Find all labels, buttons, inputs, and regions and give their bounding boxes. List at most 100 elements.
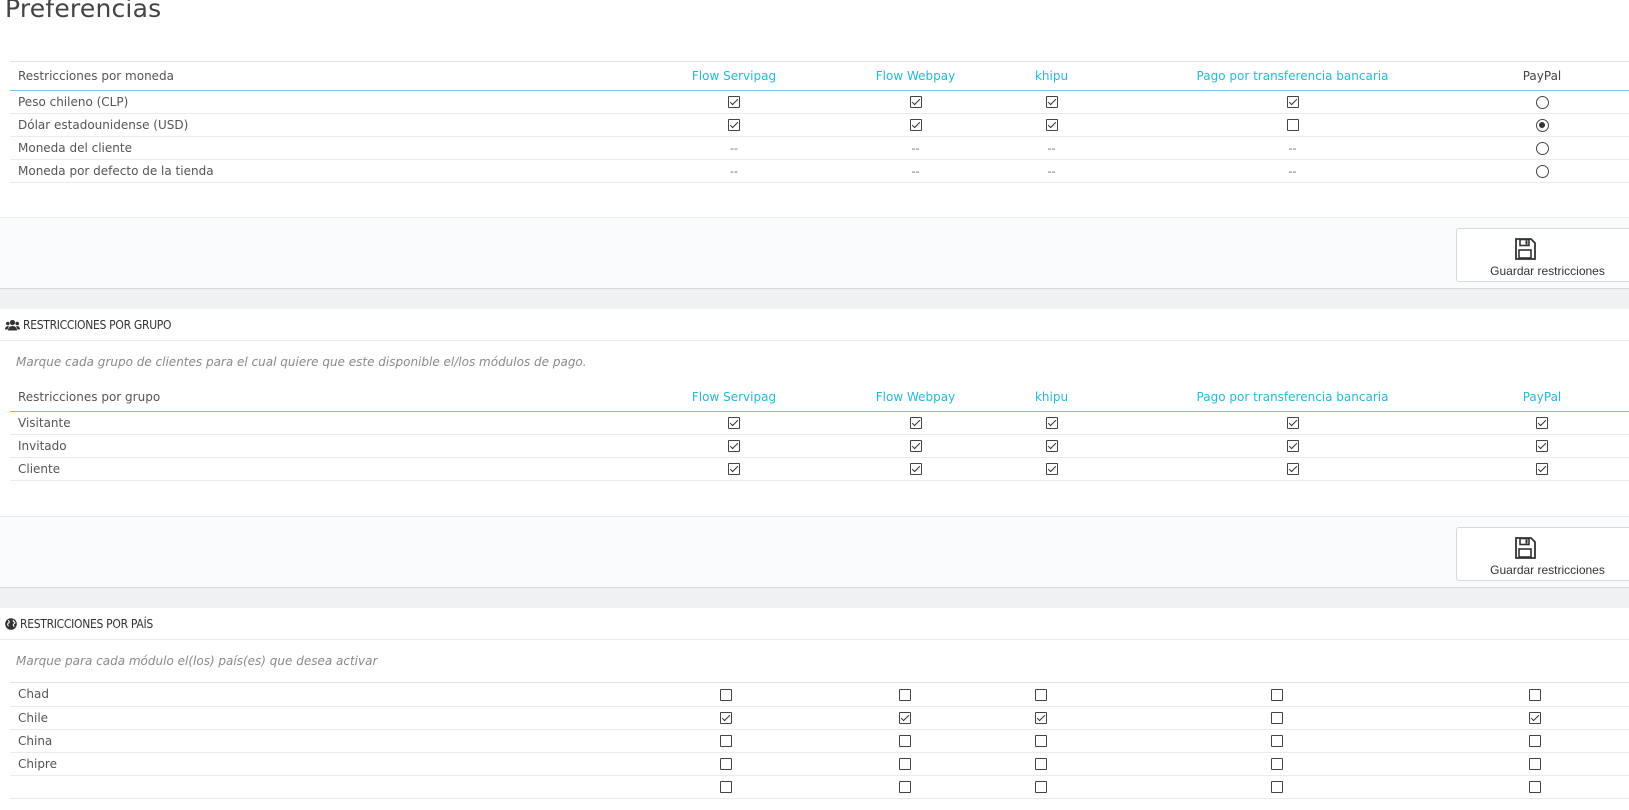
cell <box>973 90 1130 114</box>
floppy-disk-icon <box>1515 537 1536 559</box>
cell <box>1441 752 1629 776</box>
column-header-khipu[interactable]: khipu <box>973 383 1130 412</box>
country-checkbox-flow-webpay[interactable] <box>899 712 911 724</box>
cell: -- <box>858 136 973 160</box>
cell <box>973 434 1130 458</box>
country-checkbox-khipu[interactable] <box>1034 758 1047 770</box>
group-checkbox-pago-por-transferencia-bancaria[interactable] <box>1286 463 1299 475</box>
group-checkbox-flow-servipag[interactable] <box>728 417 740 429</box>
country-checkbox-paypal[interactable] <box>1529 735 1541 747</box>
country-checkbox-pago-por-transferencia-bancaria[interactable] <box>1271 712 1283 724</box>
country-checkbox-khipu[interactable] <box>1034 712 1047 724</box>
country-checkbox-khipu[interactable] <box>1034 735 1047 747</box>
currency-checkbox-flow-servipag[interactable] <box>728 96 740 108</box>
group-restrictions-table: Restricciones por grupo Flow Servipag Fl… <box>10 383 1629 481</box>
cell <box>1113 752 1441 776</box>
group-checkbox-paypal[interactable] <box>1536 440 1548 452</box>
group-section-title: Restricciones por grupo <box>23 318 172 332</box>
country-checkbox-flow-servipag[interactable] <box>720 781 732 793</box>
cell <box>1130 90 1455 114</box>
cell <box>1455 434 1629 458</box>
cell <box>858 411 973 435</box>
section-gap <box>0 588 1629 608</box>
country-checkbox-paypal[interactable] <box>1529 712 1541 724</box>
cell <box>1455 411 1629 435</box>
group-checkbox-khipu[interactable] <box>1045 440 1058 452</box>
row-label: Chipre <box>10 752 610 776</box>
country-checkbox-pago-por-transferencia-bancaria[interactable] <box>1271 735 1283 747</box>
not-applicable-text: -- <box>730 164 738 178</box>
not-applicable-text: -- <box>911 141 920 155</box>
currency-checkbox-khipu[interactable] <box>1045 96 1058 108</box>
cell <box>973 457 1130 481</box>
group-checkbox-khipu[interactable] <box>1045 463 1058 475</box>
group-checkbox-flow-servipag[interactable] <box>728 463 740 475</box>
group-checkbox-flow-webpay[interactable] <box>909 463 922 475</box>
cell <box>610 113 858 137</box>
save-group-restrictions-button[interactable]: Guardar restricciones <box>1456 527 1629 581</box>
row-label: Dólar estadounidense (USD) <box>10 113 610 137</box>
country-checkbox-flow-webpay[interactable] <box>899 688 911 701</box>
cell <box>968 706 1113 730</box>
group-checkbox-flow-webpay[interactable] <box>909 417 922 429</box>
column-header-transferencia[interactable]: Pago por transferencia bancaria <box>1130 383 1455 412</box>
country-checkbox-khipu[interactable] <box>1034 688 1047 701</box>
currency-radio-paypal[interactable] <box>1535 141 1549 155</box>
country-checkbox-paypal[interactable] <box>1529 758 1541 770</box>
save-currency-restrictions-button[interactable]: Guardar restricciones <box>1456 228 1629 282</box>
country-checkbox-flow-webpay[interactable] <box>899 735 911 747</box>
currency-checkbox-pago-por-transferencia-bancaria[interactable] <box>1286 119 1299 131</box>
currency-checkbox-pago-por-transferencia-bancaria[interactable] <box>1286 96 1299 108</box>
cell <box>610 683 842 707</box>
country-checkbox-khipu[interactable] <box>1034 781 1047 793</box>
column-header-paypal[interactable]: PayPal <box>1455 383 1629 412</box>
country-checkbox-flow-webpay[interactable] <box>899 758 911 770</box>
country-checkbox-pago-por-transferencia-bancaria[interactable] <box>1271 688 1283 701</box>
group-checkbox-flow-webpay[interactable] <box>909 440 922 452</box>
cell: -- <box>973 136 1130 160</box>
country-checkbox-paypal[interactable] <box>1529 781 1541 793</box>
cell <box>1113 706 1441 730</box>
cell <box>842 752 968 776</box>
group-section-header: Restricciones por grupo <box>0 309 1629 341</box>
column-header-transferencia[interactable]: Pago por transferencia bancaria <box>1130 62 1455 91</box>
column-header-flow-webpay[interactable]: Flow Webpay <box>858 383 973 412</box>
table-row: Dólar estadounidense (USD) <box>10 113 1629 137</box>
country-checkbox-flow-servipag[interactable] <box>720 735 732 747</box>
row-label: Chile <box>10 706 610 730</box>
group-checkbox-paypal[interactable] <box>1536 463 1548 475</box>
country-checkbox-pago-por-transferencia-bancaria[interactable] <box>1271 781 1283 793</box>
group-checkbox-pago-por-transferencia-bancaria[interactable] <box>1286 417 1299 429</box>
currency-radio-paypal[interactable] <box>1535 164 1549 178</box>
group-checkbox-pago-por-transferencia-bancaria[interactable] <box>1286 440 1299 452</box>
column-header-flow-servipag[interactable]: Flow Servipag <box>610 62 858 91</box>
country-checkbox-flow-servipag[interactable] <box>720 758 732 770</box>
currency-checkbox-khipu[interactable] <box>1045 119 1058 131</box>
country-checkbox-flow-servipag[interactable] <box>720 712 732 724</box>
country-checkbox-flow-servipag[interactable] <box>720 688 732 701</box>
currency-checkbox-flow-webpay[interactable] <box>909 96 922 108</box>
column-header-flow-servipag[interactable]: Flow Servipag <box>610 383 858 412</box>
country-checkbox-flow-webpay[interactable] <box>899 781 911 793</box>
column-header-khipu[interactable]: khipu <box>973 62 1130 91</box>
currency-checkbox-flow-servipag[interactable] <box>728 119 740 131</box>
group-checkbox-flow-servipag[interactable] <box>728 440 740 452</box>
country-restrictions-table: Chad Chile China Chipre <box>10 682 1629 799</box>
country-checkbox-pago-por-transferencia-bancaria[interactable] <box>1271 758 1283 770</box>
group-checkbox-paypal[interactable] <box>1536 417 1548 429</box>
cell <box>1455 136 1629 160</box>
group-checkbox-khipu[interactable] <box>1045 417 1058 429</box>
cell <box>968 683 1113 707</box>
currency-header-row: Restricciones por moneda Flow Servipag F… <box>10 62 1629 91</box>
section-gap <box>0 289 1629 309</box>
currency-checkbox-flow-webpay[interactable] <box>909 119 922 131</box>
currency-radio-paypal[interactable] <box>1535 95 1549 109</box>
country-checkbox-paypal[interactable] <box>1529 688 1541 701</box>
column-header-flow-webpay[interactable]: Flow Webpay <box>858 62 973 91</box>
cell <box>1441 729 1629 753</box>
table-row: Visitante <box>10 411 1629 435</box>
table-row: Moneda por defecto de la tienda -- -- -- -- <box>10 159 1629 183</box>
currency-radio-paypal[interactable] <box>1535 118 1549 132</box>
cell <box>1113 775 1441 799</box>
not-applicable-text: -- <box>911 164 920 178</box>
